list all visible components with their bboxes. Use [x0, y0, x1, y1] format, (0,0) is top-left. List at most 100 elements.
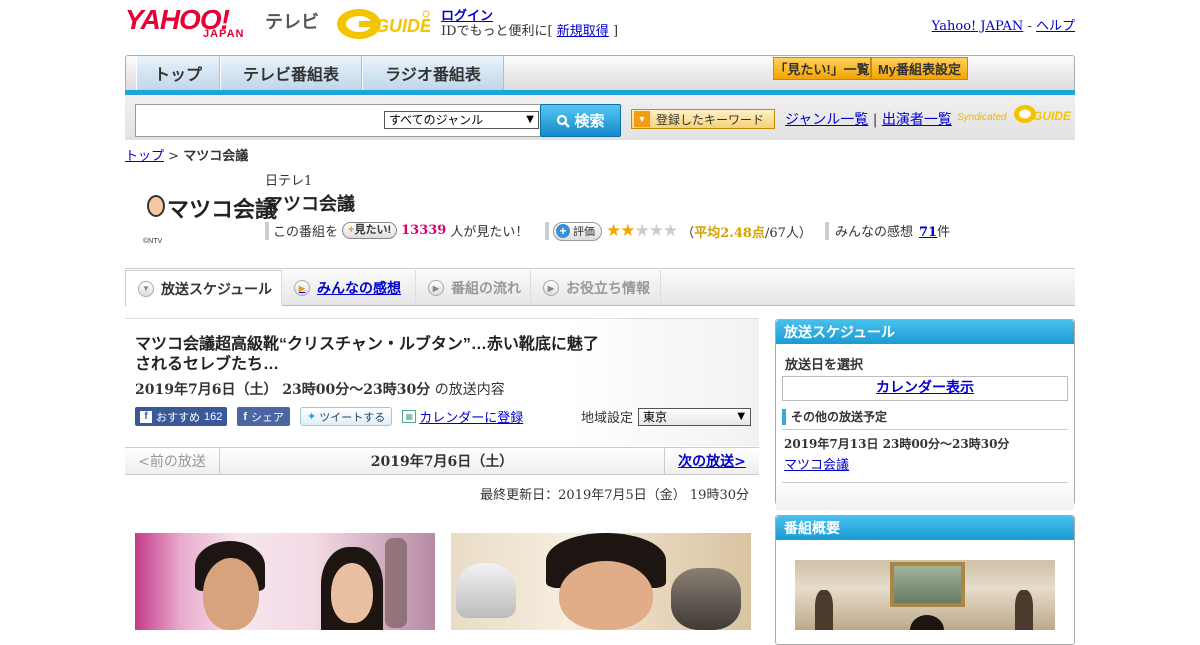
breadcrumb-top-link[interactable]: トップ — [125, 149, 164, 164]
facebook-share-button[interactable]: f シェア — [237, 407, 291, 426]
social-buttons: f おすすめ 162 f シェア ✦ ツイートする ▦ カレンダーに登録 — [135, 407, 523, 426]
chevron-down-icon: ▼ — [138, 280, 154, 297]
statue-figure — [1015, 590, 1033, 630]
calendar-register[interactable]: ▦ カレンダーに登録 — [402, 407, 523, 426]
prev-broadcast: <前の放送 — [125, 448, 220, 474]
facebook-icon: f — [140, 410, 152, 423]
schedule-panel: 放送スケジュール 放送日を選択 カレンダー表示 その他の放送予定 2019年7月… — [775, 319, 1075, 510]
region-label: 地域設定 — [581, 411, 634, 426]
want-suffix: 人が見たい！ — [450, 225, 529, 240]
my-bangumi-button[interactable]: My番組表設定 — [871, 57, 968, 80]
statue-figure — [671, 568, 741, 630]
calendar-register-link[interactable]: カレンダーに登録 — [419, 407, 523, 426]
next-broadcast-link[interactable]: 次の放送> — [664, 448, 759, 474]
genre-select-value: すべてのジャンル — [389, 113, 484, 127]
program-tabs: ▼ 放送スケジュール ▶ みんなの感想 ▶ 番組の流れ ▶ お役立ち情報 — [125, 270, 1075, 306]
overview-panel-title: 番組概要 — [776, 516, 1074, 540]
tab-schedule-label: 放送スケジュール — [161, 280, 273, 297]
tweet-label: ツイートする — [319, 411, 386, 424]
overview-image[interactable] — [795, 560, 1055, 630]
photo-figure — [559, 561, 653, 630]
facebook-share-label: シェア — [251, 411, 285, 424]
region-select-value: 東京 — [643, 409, 668, 424]
tab-impressions[interactable]: ▶ みんなの感想 — [282, 270, 416, 306]
episode-photo[interactable] — [135, 533, 435, 630]
help-link[interactable]: ヘルプ — [1036, 19, 1075, 34]
photo-figure — [910, 615, 944, 630]
tab-info: ▶ お役立ち情報 — [531, 270, 661, 306]
search-links-divider: | — [872, 112, 878, 128]
broadcast-pager: <前の放送 2019年7月6日（土） 次の放送> — [125, 447, 759, 475]
header-separator: - — [1027, 19, 1032, 34]
region-select[interactable]: 東京 ▼ — [638, 407, 752, 426]
tv-logo[interactable]: テレビ — [265, 8, 319, 34]
other-schedule-link[interactable]: マツコ会議 — [784, 458, 849, 473]
star-icon: ★ — [620, 221, 635, 241]
facebook-recommend-count: 162 — [204, 410, 223, 423]
impressions-unit: 件 — [937, 225, 951, 240]
episode-card: マツコ会議超高級靴“クリスチャン・ルブタン”…赤い靴底に魅了されるセレブたち… … — [125, 318, 759, 446]
want-count: 13339 — [401, 223, 447, 238]
rate-button-label: 評価 — [573, 226, 595, 238]
impressions-count-link[interactable]: 71 — [919, 225, 937, 240]
photo-figure — [331, 563, 373, 623]
nav-tab-top[interactable]: トップ — [136, 56, 220, 90]
episode-headline: マツコ会議超高級靴“クリスチャン・ルブタン”…赤い靴底に魅了されるセレブたち… — [135, 336, 599, 373]
star-rating: ★★★★★ — [606, 221, 678, 241]
mitai-button[interactable]: +見たい! — [342, 222, 398, 239]
other-schedule-date: 2019年7月13日 23時00分～23時30分 — [784, 437, 1010, 451]
gguide-small-logo: GUIDE — [1014, 105, 1072, 123]
search-button-label: 検索 — [574, 113, 605, 130]
breadcrumb-separator: > — [168, 149, 180, 164]
calendar-display-link[interactable]: カレンダー表示 — [876, 380, 974, 396]
program-logo-copyright: ©NTV — [143, 238, 163, 245]
last-updated: 最終更新日：2019年7月5日（金） 19時30分 — [480, 488, 749, 503]
play-icon: ▶ — [294, 280, 310, 296]
overview-panel: 番組概要 — [775, 515, 1075, 645]
pager-date: 2019年7月6日（土） — [370, 454, 514, 470]
tweet-button[interactable]: ✦ ツイートする — [300, 407, 393, 426]
search-icon — [557, 114, 571, 128]
search-links: ジャンル一覧 | 出演者一覧 — [785, 109, 952, 129]
header-links: Yahoo! JAPAN - ヘルプ — [932, 15, 1075, 34]
star-icon: ★ — [606, 221, 621, 241]
svg-text:GUIDE: GUIDE — [1033, 109, 1072, 123]
episode-airdate-time: 2019年7月6日（土） 23時00分～23時30分 — [135, 382, 431, 398]
performer-list-link[interactable]: 出演者一覧 — [882, 112, 952, 128]
genre-list-link[interactable]: ジャンル一覧 — [785, 112, 868, 128]
facebook-recommend-button[interactable]: f おすすめ 162 — [135, 407, 228, 426]
episode-photo[interactable] — [451, 533, 751, 630]
yahoo-japan-link[interactable]: Yahoo! JAPAN — [932, 19, 1024, 34]
other-schedule-title: その他の放送予定 — [782, 409, 1068, 425]
rate-button[interactable]: + 評価 — [553, 221, 602, 241]
keyword-button[interactable]: ▼ 登録したキーワード — [631, 109, 775, 129]
play-icon: ▶ — [543, 280, 559, 296]
plus-icon: + — [556, 224, 570, 238]
chevron-down-icon: ▼ — [737, 410, 746, 422]
yahoo-japan-logo: JAPAN — [203, 28, 245, 40]
schedule-panel-body: 放送日を選択 カレンダー表示 その他の放送予定 2019年7月13日 23時00… — [776, 344, 1074, 510]
tab-flow-label: 番組の流れ — [451, 280, 521, 296]
statue-figure — [815, 590, 833, 630]
keyword-button-label: 登録したキーワード — [656, 112, 765, 127]
search-area: すべてのジャンル ▼ 検索 ▼ 登録したキーワード ジャンル一覧 | 出演者一覧… — [125, 95, 1075, 140]
photo-figure — [203, 558, 259, 630]
nav-tab-radio[interactable]: ラジオ番組表 — [362, 56, 504, 90]
divider — [782, 429, 1068, 430]
search-button[interactable]: 検索 — [540, 104, 621, 137]
episode-airdate-suffix: の放送内容 — [434, 382, 505, 398]
average-votes: /67人） — [764, 225, 812, 241]
breadcrumb: トップ > マツコ会議 — [125, 145, 248, 164]
star-icon: ★ — [648, 221, 664, 241]
mitai-list-button[interactable]: 「見たい!」一覧 — [773, 57, 871, 80]
star-icon: ★ — [634, 221, 650, 241]
twitter-bird-icon: ✦ — [307, 411, 317, 423]
signup-link[interactable]: 新規取得 — [557, 24, 609, 39]
rating: + 評価 ★★★★★ （平均2.48点/67人） — [545, 221, 812, 241]
nav-tab-tv[interactable]: テレビ番組表 — [220, 56, 362, 90]
genre-select[interactable]: すべてのジャンル ▼ — [384, 111, 539, 129]
play-icon: ▶ — [428, 280, 444, 296]
tab-schedule[interactable]: ▼ 放送スケジュール — [125, 270, 282, 306]
select-date-label: 放送日を選択 — [785, 358, 864, 373]
gguide-logo[interactable]: GUIDE — [335, 7, 430, 41]
